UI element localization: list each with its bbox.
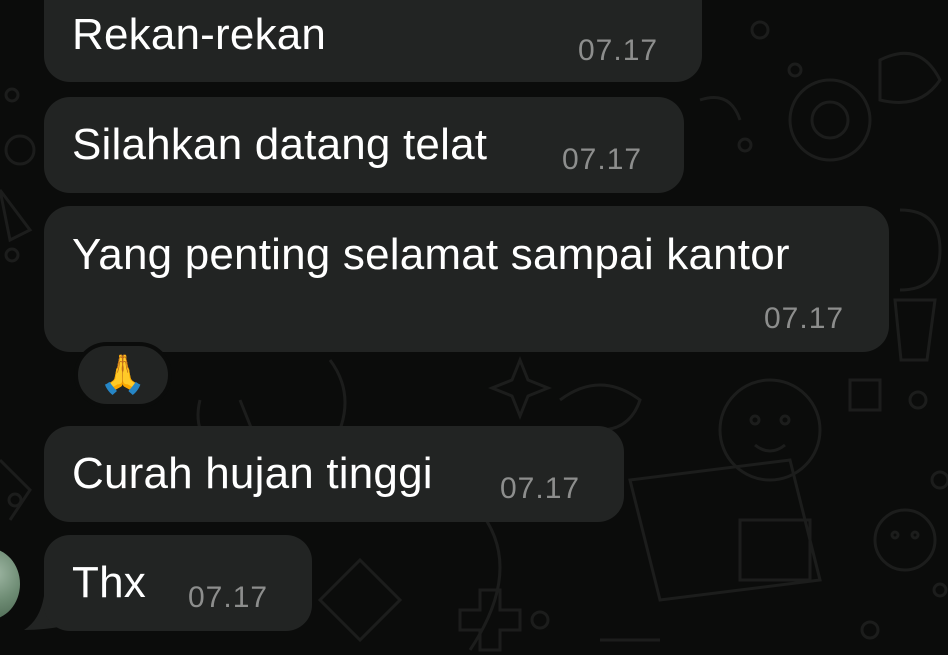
message-timestamp: 07.17 — [188, 581, 269, 614]
message-text: Curah hujan tinggi — [72, 449, 433, 498]
message-reaction[interactable]: 🙏 — [74, 342, 172, 408]
message-bubble[interactable]: Yang penting selamat sampai kantor 07.17 — [44, 206, 889, 352]
message-timestamp: 07.17 — [500, 472, 581, 505]
message-text: Rekan-rekan — [72, 10, 327, 59]
message-timestamp: 07.17 — [562, 143, 643, 176]
message-bubble[interactable]: Silahkan datang telat 07.17 — [44, 97, 684, 193]
message-timestamp: 07.17 — [578, 34, 659, 67]
message-bubble[interactable]: Curah hujan tinggi 07.17 — [44, 426, 624, 522]
message-timestamp: 07.17 — [764, 302, 845, 335]
message-text: Thx — [72, 558, 146, 607]
message-text: Yang penting selamat sampai kantor — [72, 230, 790, 279]
folded-hands-icon: 🙏 — [99, 354, 147, 396]
message-bubble[interactable]: Rekan-rekan 07.17 — [44, 0, 702, 82]
message-text: Silahkan datang telat — [72, 120, 488, 169]
message-bubble[interactable]: Thx 07.17 — [44, 535, 312, 631]
